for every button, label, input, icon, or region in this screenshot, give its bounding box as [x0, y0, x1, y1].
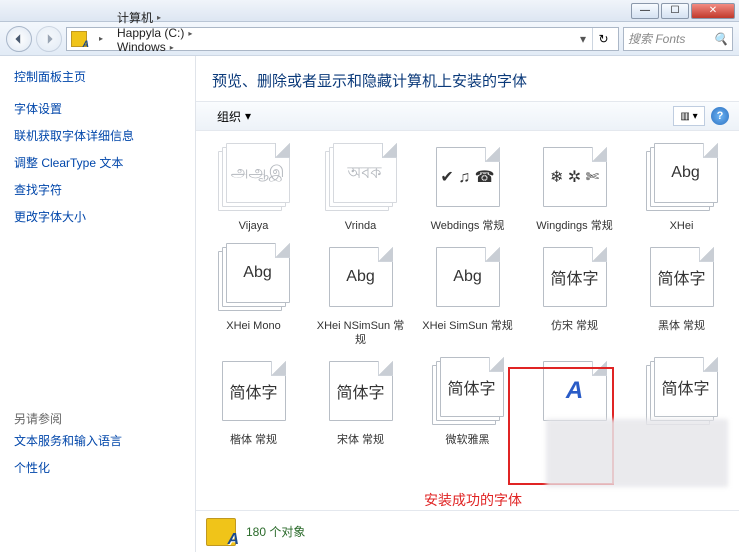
sidebar-link-0[interactable]: 字体设置 — [14, 95, 181, 122]
font-item[interactable]: Abg XHei SimSun 常规 — [416, 241, 519, 349]
organize-label: 组织 — [217, 108, 241, 125]
font-item[interactable]: அஆஇ Vijaya — [202, 141, 305, 235]
font-item[interactable]: Abg XHei NSimSun 常规 — [309, 241, 412, 349]
annotation-text: 安装成功的字体 — [424, 490, 522, 510]
font-label: 仿宋 常规 — [551, 319, 598, 333]
font-preview-icon: 简体字 — [214, 357, 294, 429]
navigation-bar: ▸ 计算机▸Happyla (C:)▸Windows▸Fonts▸ ▾ ↻ 搜索… — [0, 22, 739, 56]
font-label: 微软雅黑 — [446, 433, 490, 447]
font-preview-icon: அஆஇ — [214, 143, 294, 215]
font-label: 黑体 常规 — [658, 319, 705, 333]
font-item[interactable]: Abg XHei — [630, 141, 733, 235]
maximize-button[interactable]: ☐ — [661, 3, 689, 19]
font-item[interactable]: ❄ ✲ ✄ Wingdings 常规 — [523, 141, 626, 235]
font-label: XHei NSimSun 常规 — [313, 319, 409, 347]
font-preview-icon: অবক — [321, 143, 401, 215]
font-preview-icon: Abg — [321, 243, 401, 315]
address-dropdown[interactable]: ▾ — [576, 32, 590, 46]
font-label: Vrinda — [345, 219, 376, 233]
sidebar: 控制面板主页 字体设置联机获取字体详细信息调整 ClearType 文本查找字符… — [0, 56, 196, 552]
see-also-link-1[interactable]: 个性化 — [14, 454, 181, 481]
page-heading: 预览、删除或者显示和隐藏计算机上安装的字体 — [196, 56, 739, 101]
sidebar-link-3[interactable]: 查找字符 — [14, 176, 181, 203]
folder-fonts-icon — [206, 518, 236, 546]
font-item[interactable]: 简体字黑体 常规 — [630, 241, 733, 349]
font-preview-icon: 简体字 — [321, 357, 401, 429]
folder-fonts-icon — [71, 31, 87, 47]
help-button[interactable]: ? — [711, 107, 729, 125]
obscured-region — [546, 419, 728, 487]
close-button[interactable]: ✕ — [691, 3, 735, 19]
font-preview-icon: Abg — [428, 243, 508, 315]
content-pane: 预览、删除或者显示和隐藏计算机上安装的字体 组织 ▾ ▥ ▾ ? அஆஇ Vija… — [196, 56, 739, 552]
font-item[interactable]: Abg XHei Mono — [202, 241, 305, 349]
font-label: 楷体 常规 — [230, 433, 277, 447]
status-text: 180 个对象 — [246, 523, 305, 540]
font-item[interactable]: 简体字微软雅黑 — [416, 355, 519, 449]
font-preview-icon: 简体字 — [535, 243, 615, 315]
font-item[interactable]: অবক Vrinda — [309, 141, 412, 235]
back-button[interactable] — [6, 26, 32, 52]
font-label: XHei — [670, 219, 694, 233]
crumb-sep[interactable]: ▸ — [87, 34, 109, 43]
font-preview-icon: ✔ ♫ ☎ — [428, 143, 508, 215]
font-preview-icon: 简体字 — [428, 357, 508, 429]
refresh-button[interactable]: ↻ — [592, 28, 614, 50]
view-options-button[interactable]: ▥ ▾ — [673, 106, 705, 126]
address-bar[interactable]: ▸ 计算机▸Happyla (C:)▸Windows▸Fonts▸ ▾ ↻ — [66, 27, 619, 51]
see-also-link-0[interactable]: 文本服务和输入语言 — [14, 427, 181, 454]
font-label: XHei Mono — [226, 319, 280, 333]
font-label: XHei SimSun 常规 — [422, 319, 512, 333]
font-preview-icon: 简体字 — [642, 243, 722, 315]
font-label: Webdings 常规 — [431, 219, 505, 233]
font-label: Vijaya — [239, 219, 269, 233]
sidebar-link-2[interactable]: 调整 ClearType 文本 — [14, 149, 181, 176]
forward-button[interactable] — [36, 26, 62, 52]
breadcrumb-2[interactable]: Windows▸ — [109, 40, 198, 54]
font-preview-icon: Abg — [214, 243, 294, 315]
breadcrumb-1[interactable]: Happyla (C:)▸ — [109, 26, 198, 40]
control-panel-home-link[interactable]: 控制面板主页 — [14, 70, 86, 84]
breadcrumb-0[interactable]: 计算机▸ — [109, 9, 198, 26]
font-item[interactable]: 简体字仿宋 常规 — [523, 241, 626, 349]
status-bar: 180 个对象 — [196, 510, 739, 552]
font-preview-icon: Abg — [642, 143, 722, 215]
chevron-down-icon: ▾ — [245, 109, 251, 123]
toolbar: 组织 ▾ ▥ ▾ ? — [196, 101, 739, 131]
search-icon: 🔍 — [713, 32, 728, 46]
sidebar-link-1[interactable]: 联机获取字体详细信息 — [14, 122, 181, 149]
search-input[interactable]: 搜索 Fonts 🔍 — [623, 27, 733, 51]
font-grid: அஆஇ Vijaya অবক Vrinda ✔ ♫ ☎ Webdings 常规 ❄ ✲ ✄ W… — [202, 141, 733, 449]
organize-button[interactable]: 组织 ▾ — [206, 104, 262, 129]
font-label: 宋体 常规 — [337, 433, 384, 447]
font-grid-wrap[interactable]: அஆஇ Vijaya অবক Vrinda ✔ ♫ ☎ Webdings 常规 ❄ ✲ ✄ W… — [196, 131, 739, 510]
see-also-heading: 另请参阅 — [14, 410, 181, 427]
sidebar-link-4[interactable]: 更改字体大小 — [14, 203, 181, 230]
font-item[interactable]: ✔ ♫ ☎ Webdings 常规 — [416, 141, 519, 235]
font-item[interactable]: 简体字楷体 常规 — [202, 355, 305, 449]
search-placeholder: 搜索 Fonts — [628, 30, 685, 47]
font-item[interactable]: 简体字宋体 常规 — [309, 355, 412, 449]
font-label: Wingdings 常规 — [536, 219, 612, 233]
minimize-button[interactable]: — — [631, 3, 659, 19]
font-preview-icon: ❄ ✲ ✄ — [535, 143, 615, 215]
